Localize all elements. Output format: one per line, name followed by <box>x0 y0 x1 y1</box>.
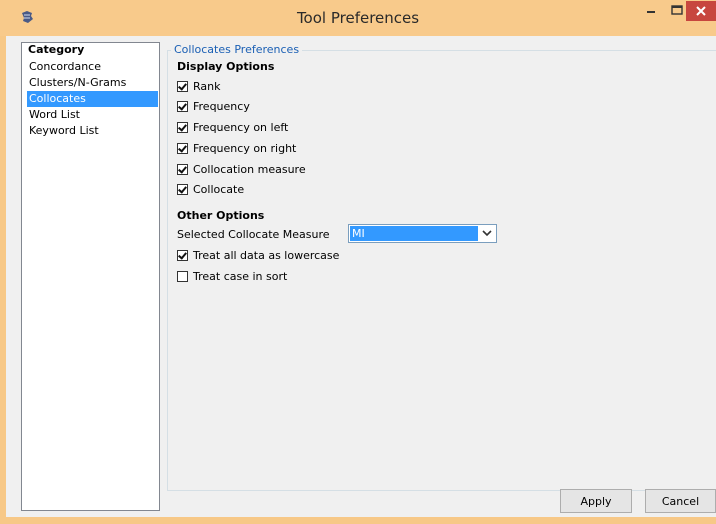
other-options-heading: Other Options <box>177 209 265 222</box>
case-sort-checkbox-row[interactable]: Treat case in sort <box>177 268 287 284</box>
close-icon[interactable] <box>686 1 716 21</box>
cancel-button[interactable]: Cancel <box>645 489 716 513</box>
tool-preferences-window: Tool Preferences Category Concordance Cl… <box>0 0 716 524</box>
collocate-label: Collocate <box>193 182 245 196</box>
chevron-down-icon[interactable] <box>478 225 496 242</box>
category-list: Concordance Clusters/N-Grams Collocates … <box>27 59 158 139</box>
frequency-right-checkbox-row[interactable]: Frequency on right <box>177 140 296 156</box>
collocation-measure-label: Collocation measure <box>193 162 306 176</box>
rank-checkbox[interactable] <box>177 80 188 92</box>
frequency-right-checkbox[interactable] <box>177 142 188 154</box>
frequency-checkbox[interactable] <box>177 100 188 112</box>
lowercase-label: Treat all data as lowercase <box>193 248 340 262</box>
category-item-concordance[interactable]: Concordance <box>27 59 158 75</box>
category-item-word-list[interactable]: Word List <box>27 107 158 123</box>
frequency-right-label: Frequency on right <box>193 141 297 155</box>
collocation-measure-checkbox-row[interactable]: Collocation measure <box>177 161 306 177</box>
collocate-checkbox[interactable] <box>177 183 188 195</box>
minimize-icon[interactable] <box>638 1 664 21</box>
rank-label: Rank <box>193 79 221 93</box>
case-sort-checkbox[interactable] <box>177 270 188 282</box>
frequency-left-checkbox-row[interactable]: Frequency on left <box>177 119 288 135</box>
frequency-left-checkbox[interactable] <box>177 121 188 133</box>
rank-checkbox-row[interactable]: Rank <box>177 78 220 94</box>
collocate-checkbox-row[interactable]: Collocate <box>177 181 244 197</box>
collocation-measure-checkbox[interactable] <box>177 163 188 175</box>
group-title: Collocates Preferences <box>171 43 303 56</box>
lowercase-checkbox-row[interactable]: Treat all data as lowercase <box>177 247 339 263</box>
category-label: Category <box>28 43 85 56</box>
category-item-keyword-list[interactable]: Keyword List <box>27 123 158 139</box>
category-item-collocates[interactable]: Collocates <box>27 91 158 107</box>
display-options-heading: Display Options <box>177 60 275 73</box>
category-item-clusters[interactable]: Clusters/N-Grams <box>27 75 158 91</box>
title-bar[interactable]: Tool Preferences <box>0 0 716 36</box>
frequency-checkbox-row[interactable]: Frequency <box>177 98 250 114</box>
apply-button[interactable]: Apply <box>560 489 632 513</box>
frequency-left-label: Frequency on left <box>193 120 289 134</box>
window-title: Tool Preferences <box>296 9 420 27</box>
collocate-measure-label: Selected Collocate Measure <box>177 228 330 241</box>
collocate-measure-value: MI <box>350 226 478 241</box>
frequency-label: Frequency <box>193 99 250 113</box>
lowercase-checkbox[interactable] <box>177 249 188 261</box>
case-sort-label: Treat case in sort <box>193 269 288 283</box>
collocate-measure-select[interactable]: MI <box>348 224 497 243</box>
